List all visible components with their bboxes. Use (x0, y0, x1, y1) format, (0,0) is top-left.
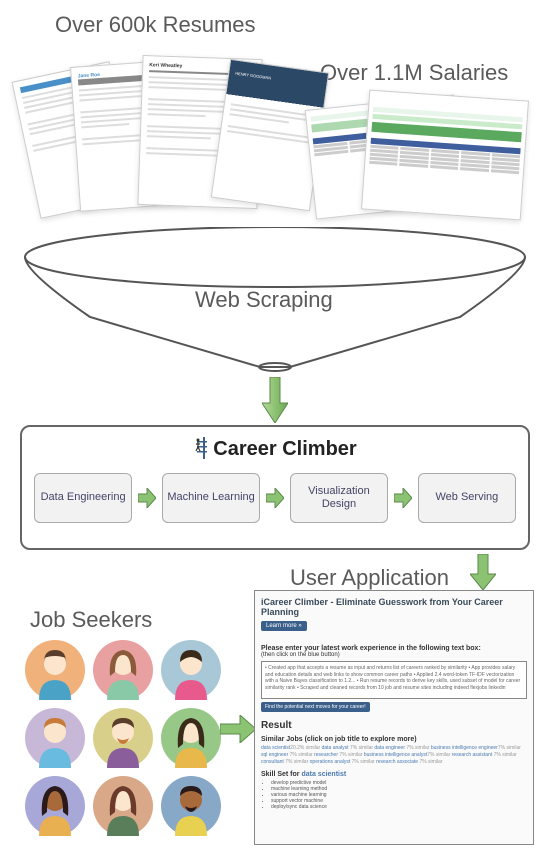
avatar (93, 640, 153, 700)
salary-doc (361, 90, 529, 221)
job-link[interactable]: research associate (376, 759, 418, 765)
job-link[interactable]: sql engineer (261, 752, 288, 758)
similar-jobs-heading: Similar Jobs (click on job title to expl… (261, 736, 527, 743)
app-title: iCareer Climber - Eliminate Guesswork fr… (261, 597, 527, 617)
step-data-engineering: Data Engineering (34, 473, 132, 523)
avatar (161, 776, 221, 836)
pipeline-steps: Data Engineering Machine Learning Visual… (34, 473, 516, 523)
arrow-down-icon (262, 377, 288, 423)
job-link[interactable]: researcher (314, 752, 338, 758)
skills-heading: Skill Set for data scientist (261, 771, 527, 778)
label-salaries: Over 1.1M Salaries (320, 60, 508, 86)
skill-item: deploy/sync data science (271, 804, 527, 810)
arrow-down-icon (470, 554, 496, 590)
job-link[interactable]: business intelligence engineer (431, 745, 498, 751)
job-link[interactable]: data analyst (322, 745, 349, 751)
avatar (25, 708, 85, 768)
resumes-stack: Jane Roe Keri Wheatley HENRY GOODMAN (20, 45, 300, 245)
experience-textarea[interactable]: • Created app that accepts a resume as i… (261, 661, 527, 699)
label-user-application: User Application (290, 565, 449, 591)
job-link[interactable]: data scientist (261, 745, 290, 751)
job-link[interactable]: consultant (261, 759, 284, 765)
job-link[interactable]: operations analyst (310, 759, 351, 765)
avatar (25, 776, 85, 836)
avatar (93, 776, 153, 836)
arrow-right-icon (394, 488, 412, 508)
arrow-right-icon (220, 715, 256, 743)
user-application-panel: iCareer Climber - Eliminate Guesswork fr… (254, 590, 534, 845)
job-link[interactable]: research assistant (452, 752, 493, 758)
career-climber-module: Career Climber Data Engineering Machine … (20, 425, 530, 550)
hint-text: (then click on the blue button) (261, 652, 527, 658)
job-seekers-grid (25, 640, 225, 836)
salaries-stack (310, 90, 530, 250)
avatar (25, 640, 85, 700)
result-heading: Result (261, 720, 527, 731)
step-web-serving: Web Serving (418, 473, 516, 523)
step-visualization-design: Visualization Design (290, 473, 388, 523)
avatar (93, 708, 153, 768)
submit-button[interactable]: Find the potential next moves for your c… (261, 702, 370, 712)
career-climber-title: Career Climber (34, 437, 516, 461)
label-resumes: Over 600k Resumes (55, 12, 256, 38)
arrow-right-icon (138, 488, 156, 508)
label-job-seekers: Job Seekers (30, 607, 152, 633)
step-machine-learning: Machine Learning (162, 473, 260, 523)
avatar (161, 708, 221, 768)
label-web-scraping: Web Scraping (195, 287, 333, 313)
arrow-right-icon (266, 488, 284, 508)
learn-more-button[interactable]: Learn more » (261, 621, 307, 631)
job-link[interactable]: data engineer (374, 745, 405, 751)
job-link[interactable]: business intelligence analyst (364, 752, 427, 758)
avatar (161, 640, 221, 700)
prompt-text: Please enter your latest work experience… (261, 645, 527, 652)
similar-jobs-list: data scientist20.2% similar data analyst… (261, 745, 527, 766)
ladder-icon (193, 437, 211, 459)
skills-list: develop predictive model machine learnin… (271, 780, 527, 810)
